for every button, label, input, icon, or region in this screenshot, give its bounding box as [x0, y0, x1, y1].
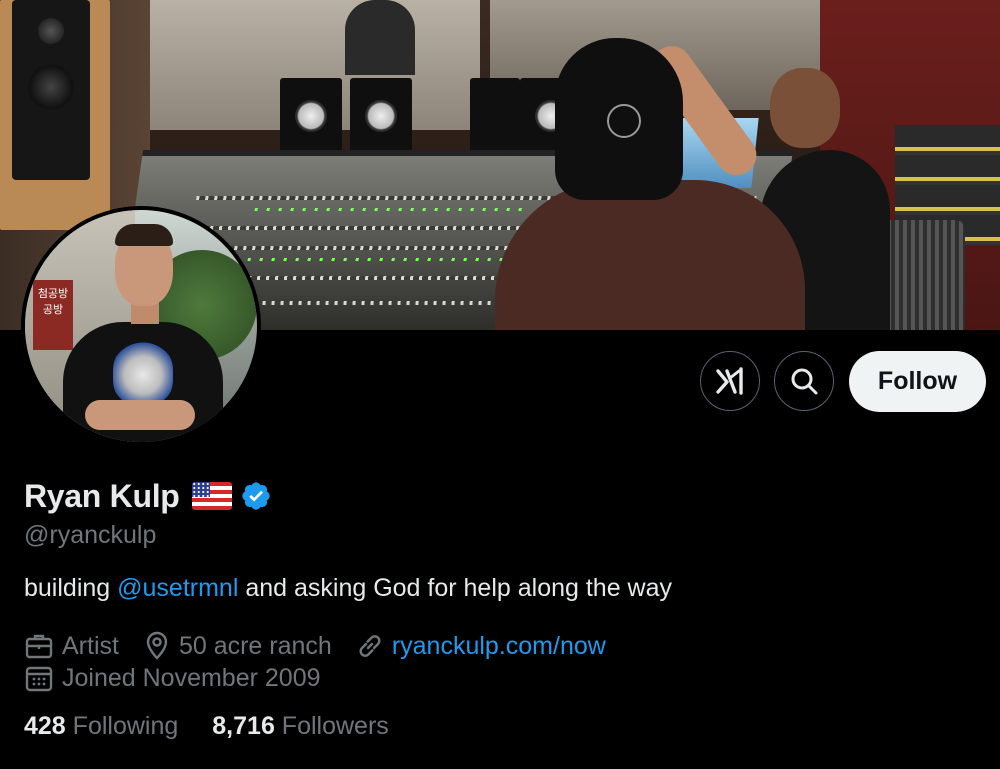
- location-label: 50 acre ranch: [178, 631, 332, 660]
- profile-avatar[interactable]: 첨공방 공방: [21, 206, 261, 446]
- website-item: ryanckulp.com/now: [356, 632, 606, 661]
- bio-mention-link[interactable]: @usetrmnl: [117, 574, 238, 602]
- joined-label: Joined November 2009: [62, 663, 321, 692]
- calendar-icon: [25, 666, 53, 692]
- avatar-sign: 첨공방 공방: [33, 280, 73, 350]
- following-link[interactable]: 428 Following: [24, 712, 178, 741]
- followers-count: 8,716: [212, 712, 275, 740]
- banner-studio-monitor: [350, 78, 412, 152]
- profile-meta: Artist 50 acre ranch ryanckulp.com/now: [24, 629, 630, 663]
- banner-person-head: [770, 68, 840, 148]
- verified-badge-icon[interactable]: [240, 480, 272, 512]
- followers-link[interactable]: 8,716 Followers: [212, 712, 389, 741]
- search-icon: [791, 368, 818, 395]
- avatar-arm: [85, 400, 195, 430]
- banner-speaker: [12, 0, 90, 180]
- following-label: Following: [72, 712, 179, 740]
- profile-stats: 428 Following 8,716 Followers: [24, 712, 423, 741]
- joined-item: Joined November 2009: [24, 663, 321, 693]
- bio-text: building: [24, 574, 118, 602]
- profile-joined: Joined November 2009: [24, 661, 345, 695]
- profession-label: Artist: [62, 631, 119, 660]
- website-link[interactable]: ryanckulp.com/now: [392, 632, 606, 661]
- briefcase-icon: [25, 634, 53, 659]
- banner-studio-monitor: [280, 78, 342, 152]
- grok-icon: [716, 367, 743, 395]
- search-button[interactable]: [774, 351, 834, 411]
- location-pin-icon: [146, 631, 168, 660]
- followers-label: Followers: [281, 712, 389, 740]
- banner-background-figure: [345, 0, 415, 75]
- us-flag-icon: [191, 482, 232, 510]
- avatar-hair: [115, 224, 173, 246]
- profile-handle: @ryanckulp: [24, 521, 157, 549]
- display-name: Ryan Kulp: [24, 477, 180, 514]
- profile-name-row: Ryan Kulp: [24, 474, 272, 518]
- profession-item: Artist: [24, 631, 119, 661]
- location-item: 50 acre ranch: [143, 631, 332, 661]
- banner-person-cap: [555, 38, 683, 200]
- bio-text: and asking God for help along the way: [238, 574, 673, 602]
- following-count: 428: [24, 712, 66, 740]
- grok-button[interactable]: [700, 351, 760, 411]
- banner-studio-monitor: [470, 78, 520, 152]
- follow-button[interactable]: Follow: [849, 351, 986, 412]
- profile-bio: building @usetrmnl and asking God for he…: [24, 574, 672, 603]
- link-icon: [359, 635, 381, 657]
